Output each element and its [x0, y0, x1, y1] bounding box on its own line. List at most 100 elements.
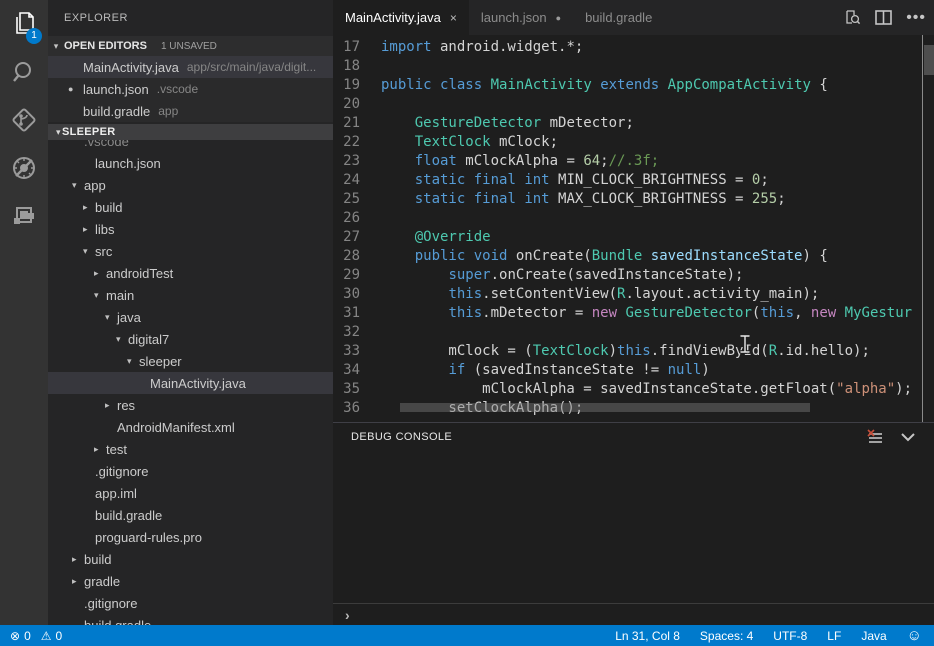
tree-item-digital7[interactable]: ▾digital7 — [48, 328, 333, 350]
search-activity-button[interactable] — [0, 48, 48, 96]
tree-item-build[interactable]: ▸build — [48, 196, 333, 218]
encoding-status[interactable]: UTF-8 — [773, 629, 807, 643]
tree-item-mainactivity-java[interactable]: MainActivity.java — [48, 372, 333, 394]
source-control-activity-button[interactable] — [0, 96, 48, 144]
line-number[interactable]: 20 — [333, 95, 381, 114]
problems-status[interactable]: ⊗ 0 ⚠ 0 — [10, 629, 62, 643]
open-editor-item[interactable]: ●launch.json.vscode — [48, 78, 333, 100]
vertical-scrollbar-thumb[interactable] — [924, 45, 934, 75]
debug-activity-button[interactable] — [0, 144, 48, 192]
line-number[interactable]: 36 — [333, 399, 381, 418]
tab-launch-json[interactable]: launch.json● — [469, 0, 573, 35]
collapse-panel-icon[interactable] — [900, 432, 916, 442]
code-line[interactable]: 18 — [333, 57, 934, 76]
code-token — [381, 229, 415, 245]
tree-item-build-gradle[interactable]: build.gradle — [48, 614, 333, 625]
code-line[interactable]: 23 float mClockAlpha = 64;//.3f; — [333, 152, 934, 171]
tree-item--gitignore[interactable]: .gitignore — [48, 460, 333, 482]
more-actions-icon[interactable]: ••• — [906, 13, 926, 23]
line-number[interactable]: 25 — [333, 190, 381, 209]
code-token — [465, 191, 473, 207]
code-line[interactable]: 24 static final int MIN_CLOCK_BRIGHTNESS… — [333, 171, 934, 190]
open-editor-item[interactable]: build.gradleapp — [48, 100, 333, 122]
code-line[interactable]: 31 this.mDetector = new GestureDetector(… — [333, 304, 934, 323]
tab-mainactivity-java[interactable]: MainActivity.java× — [333, 0, 469, 35]
line-number[interactable]: 26 — [333, 209, 381, 228]
line-number[interactable]: 29 — [333, 266, 381, 285]
cursor-position-status[interactable]: Ln 31, Col 8 — [615, 629, 680, 643]
tree-item-launch-json[interactable]: launch.json — [48, 152, 333, 174]
vertical-scrollbar[interactable] — [922, 35, 934, 422]
code-line[interactable]: 28 public void onCreate(Bundle savedInst… — [333, 247, 934, 266]
open-editors-header[interactable]: ▾ OPEN EDITORS 1 UNSAVED — [48, 36, 333, 56]
tree-item-main[interactable]: ▾main — [48, 284, 333, 306]
line-number[interactable]: 21 — [333, 114, 381, 133]
tree-item-gradle[interactable]: ▸gradle — [48, 570, 333, 592]
code-line[interactable]: 25 static final int MAX_CLOCK_BRIGHTNESS… — [333, 190, 934, 209]
tab-build-gradle[interactable]: build.gradle — [573, 0, 664, 35]
search-in-file-icon[interactable] — [844, 9, 861, 26]
close-tab-icon[interactable]: × — [450, 11, 457, 25]
code-line[interactable]: 26 — [333, 209, 934, 228]
code-line[interactable]: 29 super.onCreate(savedInstanceState); — [333, 266, 934, 285]
tree-item-res[interactable]: ▸res — [48, 394, 333, 416]
tree-item-androidtest[interactable]: ▸androidTest — [48, 262, 333, 284]
code-token: mClockAlpha = — [457, 153, 583, 169]
clear-console-icon[interactable] — [866, 429, 884, 445]
code-line[interactable]: 20 — [333, 95, 934, 114]
split-editor-icon[interactable] — [875, 10, 892, 25]
line-number[interactable]: 31 — [333, 304, 381, 323]
line-number[interactable]: 18 — [333, 57, 381, 76]
twistie-expanded-icon: ▾ — [116, 334, 128, 345]
debug-repl-input[interactable]: › — [333, 603, 934, 625]
eol-status[interactable]: LF — [827, 629, 841, 643]
tree-item-java[interactable]: ▾java — [48, 306, 333, 328]
tree-item-build-gradle[interactable]: build.gradle — [48, 504, 333, 526]
tree-item-test[interactable]: ▸test — [48, 438, 333, 460]
tree-item-libs[interactable]: ▸libs — [48, 218, 333, 240]
code-line[interactable]: 33 mClock = (TextClock)this.findViewById… — [333, 342, 934, 361]
line-number[interactable]: 30 — [333, 285, 381, 304]
tree-item-sleeper[interactable]: ▾sleeper — [48, 350, 333, 372]
extensions-activity-button[interactable] — [0, 192, 48, 240]
tree-item-proguard-rules-pro[interactable]: proguard-rules.pro — [48, 526, 333, 548]
feedback-smiley-icon[interactable]: ☺ — [907, 628, 922, 643]
tree-item-app[interactable]: ▾app — [48, 174, 333, 196]
folder-section-header[interactable]: ▾ SLEEPER — [48, 124, 333, 140]
line-number[interactable]: 33 — [333, 342, 381, 361]
code-editor[interactable]: 17import android.widget.*;1819public cla… — [333, 35, 934, 422]
line-number[interactable]: 32 — [333, 323, 381, 342]
tree-item-src[interactable]: ▾src — [48, 240, 333, 262]
tree-item-androidmanifest-xml[interactable]: AndroidManifest.xml — [48, 416, 333, 438]
open-editor-item[interactable]: MainActivity.javaapp/src/main/java/digit… — [48, 56, 333, 78]
code-line[interactable]: 17import android.widget.*; — [333, 38, 934, 57]
tree-item--vscode[interactable]: .vscode — [48, 140, 333, 152]
line-number[interactable]: 19 — [333, 76, 381, 95]
language-mode-status[interactable]: Java — [861, 629, 886, 643]
code-line[interactable]: 34 if (savedInstanceState != null) — [333, 361, 934, 380]
line-number[interactable]: 27 — [333, 228, 381, 247]
horizontal-scrollbar[interactable] — [400, 403, 810, 412]
line-number[interactable]: 35 — [333, 380, 381, 399]
tree-item-build[interactable]: ▸build — [48, 548, 333, 570]
code-line[interactable]: 30 this.setContentView(R.layout.activity… — [333, 285, 934, 304]
line-number[interactable]: 23 — [333, 152, 381, 171]
line-number[interactable]: 28 — [333, 247, 381, 266]
code-line[interactable]: 21 GestureDetector mDetector; — [333, 114, 934, 133]
code-line[interactable]: 32 — [333, 323, 934, 342]
code-line[interactable]: 27 @Override — [333, 228, 934, 247]
vscode-window: 1 — [0, 0, 934, 646]
line-number[interactable]: 24 — [333, 171, 381, 190]
explorer-activity-button[interactable]: 1 — [0, 0, 48, 48]
open-editors-count-badge: 1 — [26, 28, 42, 44]
tree-item--gitignore[interactable]: .gitignore — [48, 592, 333, 614]
code-line[interactable]: 19public class MainActivity extends AppC… — [333, 76, 934, 95]
indentation-status[interactable]: Spaces: 4 — [700, 629, 753, 643]
tree-item-app-iml[interactable]: app.iml — [48, 482, 333, 504]
line-number[interactable]: 22 — [333, 133, 381, 152]
code-line[interactable]: 22 TextClock mClock; — [333, 133, 934, 152]
code-line[interactable]: 35 mClockAlpha = savedInstanceState.getF… — [333, 380, 934, 399]
code-token: this — [760, 305, 794, 321]
line-number[interactable]: 17 — [333, 38, 381, 57]
line-number[interactable]: 34 — [333, 361, 381, 380]
